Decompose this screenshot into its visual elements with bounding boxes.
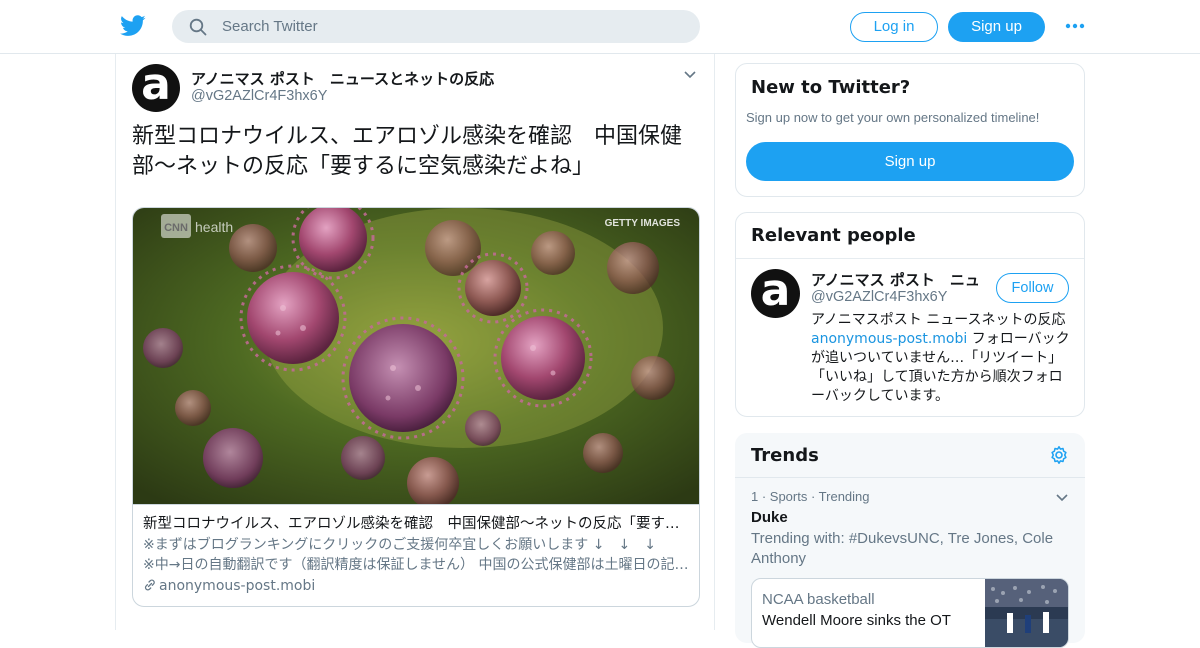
gear-icon[interactable]	[1049, 445, 1069, 465]
trends-panel: Trends 1 · Sports · Trending Duke Trendi…	[735, 433, 1085, 648]
trend-meta: 1 · Sports · Trending	[751, 489, 870, 504]
divider	[735, 477, 1085, 478]
avatar-logo-icon: a	[760, 265, 791, 316]
virus-illustration: CNN health GETTY IMAGES	[133, 208, 699, 504]
search-icon	[189, 18, 207, 36]
chevron-down-icon[interactable]	[683, 68, 697, 82]
watermark-health: health	[195, 219, 233, 235]
news-category: NCAA basketball	[762, 591, 875, 608]
new-to-twitter-panel: New to Twitter? Sign up now to get your …	[735, 63, 1085, 197]
chevron-down-icon[interactable]	[1055, 491, 1069, 505]
panel-title: Trends	[751, 445, 819, 466]
person-handle[interactable]: @vG2AZlCr4F3hx6Y	[811, 289, 947, 305]
divider	[736, 258, 1084, 259]
follow-button[interactable]: Follow	[996, 273, 1069, 303]
card-desc-line: ※まずはブログランキングにクリックのご支援何卒宜しくお願いします ↓ ↓ ↓	[143, 537, 656, 553]
news-thumbnail[interactable]	[985, 579, 1069, 648]
sidebar-signup-button[interactable]: Sign up	[746, 142, 1074, 181]
trend-description: Trending with: #DukevsUNC, Tre Jones, Co…	[751, 530, 1054, 567]
cnn-logo: CNN	[164, 222, 188, 234]
main-column: a アノニマス ポスト ニュースとネットの反応 @vG2AZlCr4F3hx6Y…	[115, 54, 715, 630]
trend-name[interactable]: Duke	[751, 509, 788, 526]
avatar-logo-icon: a	[141, 59, 171, 110]
bio-text: アノニマスポスト ニュースネットの反応	[811, 312, 1066, 328]
tweet-author-name[interactable]: アノニマス ポスト ニュースとネットの反応	[191, 68, 494, 89]
tweet-text: 新型コロナウイルス、エアロゾル感染を確認 中国保健部〜ネットの反応「要するに空気…	[132, 124, 683, 179]
card-desc-line: ※中→日の自動翻訳です（翻訳精度は保証しません） 中国の公式保健部は土曜日の記者…	[143, 557, 691, 573]
news-headline[interactable]: Wendell Moore sinks the OT	[762, 612, 951, 629]
card-body[interactable]: 新型コロナウイルス、エアロゾル感染を確認 中国保健部〜ネットの反応「要するに空気…	[143, 514, 691, 596]
link-icon	[144, 579, 155, 591]
watermark-getty: GETTY IMAGES	[605, 218, 681, 229]
card-domain[interactable]: anonymous-post.mobi	[143, 576, 691, 596]
signup-button[interactable]: Sign up	[948, 12, 1045, 42]
login-button[interactable]: Log in	[850, 12, 938, 42]
panel-title: New to Twitter?	[751, 77, 911, 98]
relevant-people-panel: Relevant people a アノニマス ポスト ニュースとネットの反応 …	[735, 212, 1085, 417]
person-name[interactable]: アノニマス ポスト ニュースとネットの反応	[811, 269, 981, 290]
avatar[interactable]: a	[751, 265, 800, 318]
bio-link[interactable]: anonymous-post.mobi	[811, 331, 967, 347]
trend-news-card[interactable]: NCAA basketball Wendell Moore sinks the …	[751, 578, 1069, 648]
tweet-author-handle[interactable]: @vG2AZlCr4F3hx6Y	[191, 88, 327, 104]
panel-subtitle: Sign up now to get your own personalized…	[746, 110, 1040, 125]
avatar[interactable]: a	[132, 59, 180, 112]
more-dots-icon[interactable]	[1064, 18, 1086, 34]
panel-title: Relevant people	[751, 225, 916, 246]
card-description: ※まずはブログランキングにクリックのご支援何卒宜しくお願いします ↓ ↓ ↓ ※…	[143, 535, 691, 575]
card-domain-text: anonymous-post.mobi	[159, 578, 316, 594]
twitter-bird-icon[interactable]	[120, 14, 146, 38]
search-box[interactable]	[172, 10, 700, 43]
card-image[interactable]: CNN health GETTY IMAGES	[133, 208, 699, 505]
link-card[interactable]: CNN health GETTY IMAGES 新型コロナウイルス、エアロゾル感…	[132, 207, 700, 607]
search-input[interactable]	[222, 10, 682, 43]
top-bar: Log in Sign up	[0, 0, 1200, 54]
person-bio: アノニマスポスト ニュースネットの反応 anonymous-post.mobi …	[811, 311, 1073, 406]
card-title[interactable]: 新型コロナウイルス、エアロゾル感染を確認 中国保健部〜ネットの反応「要するに空気…	[143, 514, 691, 534]
